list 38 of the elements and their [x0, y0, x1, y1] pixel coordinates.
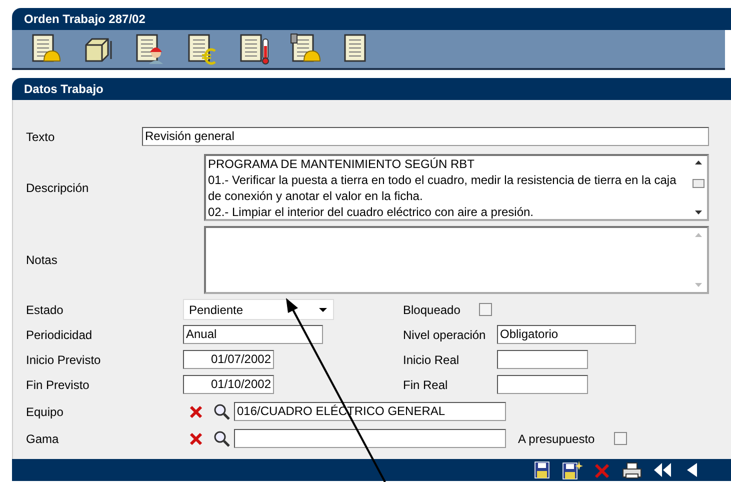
caret-icon [319, 308, 327, 312]
input-field[interactable] [234, 429, 506, 448]
input-field[interactable]: Revisión general [142, 127, 709, 146]
document-thermometer-icon[interactable] [238, 33, 270, 65]
field-label: Descripción [26, 180, 90, 194]
printer-icon[interactable] [621, 460, 643, 480]
description-text: PROGRAMA DE MANTENIMIENTO SEGÚN RBT 01.- Verificar la puesta a tierra en todo el cuadro, medir la resistencia de tierra en la caja de conexión y anotar el valor en la ficha. 02.- Limpiar el interior del cuadro eléctrico con aire a presión. [207, 156, 678, 219]
field-label: A presupuesto [518, 432, 596, 446]
field-label: Notas [26, 253, 58, 267]
field-label: Equipo [26, 404, 64, 418]
checkbox[interactable] [479, 303, 492, 316]
search-icon[interactable] [213, 430, 231, 448]
field-label: Texto [26, 130, 56, 144]
field-label: Gama [26, 432, 60, 446]
input-field[interactable] [497, 375, 588, 394]
input-field[interactable] [497, 350, 588, 369]
field-label: Periodicidad [26, 328, 94, 342]
field-label: Nivel operación [403, 328, 487, 342]
window-title: Orden Trabajo 287/02 [24, 12, 146, 26]
input-field[interactable]: 01/07/2002 [183, 350, 274, 369]
field-label: Bloqueado [403, 302, 462, 316]
field-label: Fin Previsto [26, 378, 90, 392]
field-label: Inicio Real [403, 352, 460, 366]
input-field[interactable]: Obligatorio [497, 325, 636, 344]
field-label: Estado [26, 302, 64, 316]
save-sparkle-icon[interactable] [561, 460, 583, 480]
dropdown[interactable]: Pendiente [183, 299, 334, 320]
input-field[interactable]: Anual [183, 325, 323, 344]
section-title: Datos Trabajo [24, 82, 104, 96]
document-euro-icon[interactable] [186, 33, 218, 65]
document-helmet-icon[interactable] [30, 33, 62, 65]
field-label: Fin Real [403, 378, 449, 392]
checkbox[interactable] [614, 432, 627, 445]
field-label: Inicio Previsto [26, 352, 102, 366]
input-field[interactable]: 01/10/2002 [183, 375, 274, 394]
document-helmet-icon[interactable] [290, 33, 322, 65]
search-icon[interactable] [213, 402, 231, 420]
dropdown-value: Pendiente [189, 302, 244, 316]
